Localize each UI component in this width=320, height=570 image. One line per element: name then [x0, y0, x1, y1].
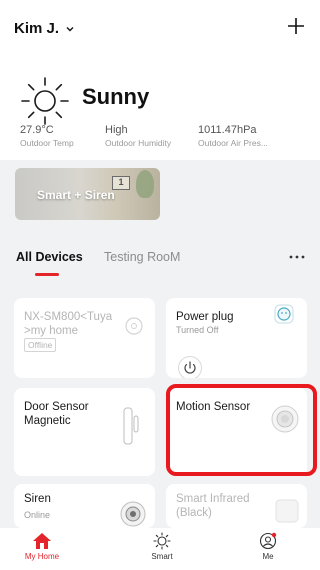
- power-plug-icon: [274, 304, 294, 324]
- power-icon: [184, 361, 196, 374]
- weather-panel: Sunny 27.9°C Outdoor Temp High Outdoor H…: [0, 60, 320, 160]
- device-card-power-plug[interactable]: Power plug Turned Off: [166, 298, 307, 378]
- outdoor-temp-stat: 27.9°C Outdoor Temp: [20, 124, 74, 148]
- weather-condition: Sunny: [82, 84, 150, 109]
- more-icon[interactable]: [288, 254, 306, 260]
- outdoor-humidity-stat: High Outdoor Humidity: [105, 124, 171, 148]
- device-card-smart-infrared[interactable]: Smart Infrared (Black): [166, 484, 307, 528]
- device-status: Online: [24, 510, 51, 520]
- siren-icon: [120, 501, 146, 527]
- device-card-siren[interactable]: Siren Online: [14, 484, 155, 528]
- device-status: Turned Off: [176, 325, 219, 335]
- scene-frame-number: 1: [118, 177, 124, 187]
- room-tabs: All Devices Testing RooM: [0, 240, 320, 278]
- nav-label: Smart: [151, 552, 173, 561]
- stat-label: Outdoor Temp: [20, 138, 74, 148]
- door-sensor-icon: [123, 407, 139, 445]
- user-profile-icon: [259, 532, 277, 550]
- tab-testing-room[interactable]: Testing RooM: [104, 250, 180, 264]
- device-name: Power plug: [176, 311, 234, 323]
- device-name: Smart Infrared (Black): [176, 493, 250, 519]
- home-icon: [33, 533, 51, 549]
- home-name: Kim J.: [14, 20, 60, 37]
- infrared-remote-icon: [275, 499, 299, 523]
- scene-label: Smart + Siren: [37, 188, 115, 202]
- device-name: NX-SM800<Tuya>my home: [24, 311, 113, 337]
- chevron-down-icon: [66, 26, 74, 31]
- sun-icon: [153, 532, 171, 550]
- bottom-navigation: My Home Smart Me: [0, 528, 320, 570]
- scene-plant-decoration: [136, 170, 154, 198]
- power-toggle-button[interactable]: [178, 356, 202, 378]
- nav-label: My Home: [24, 552, 60, 561]
- sun-icon: [21, 77, 69, 125]
- nav-my-home[interactable]: My Home: [12, 532, 72, 561]
- stat-label: Outdoor Air Pres...: [198, 138, 268, 148]
- stat-value: 1011.47hPa: [198, 124, 257, 136]
- outdoor-pressure-stat: 1011.47hPa Outdoor Air Pres...: [198, 124, 268, 148]
- device-card-door-sensor[interactable]: Door Sensor Magnetic: [14, 388, 155, 476]
- home-selector[interactable]: Kim J.: [14, 20, 75, 37]
- device-name: Siren: [24, 493, 51, 505]
- stat-value: High: [105, 124, 128, 136]
- motion-sensor-highlight: [166, 384, 317, 476]
- stat-value: 27.9°C: [20, 124, 54, 136]
- device-card-nx-sm800[interactable]: NX-SM800<Tuya>my home Offline: [14, 298, 155, 378]
- nav-me[interactable]: Me: [238, 532, 298, 561]
- nav-smart[interactable]: Smart: [132, 532, 192, 561]
- stat-label: Outdoor Humidity: [105, 138, 172, 148]
- offline-badge: Offline: [24, 338, 57, 352]
- camera-icon: [125, 317, 143, 335]
- tab-all-devices[interactable]: All Devices: [16, 250, 83, 264]
- scene-card-smart-siren[interactable]: 1 Smart + Siren: [15, 168, 160, 220]
- header: Kim J.: [0, 0, 320, 60]
- active-tab-indicator: [35, 273, 59, 276]
- add-icon[interactable]: [284, 14, 308, 38]
- nav-label: Me: [262, 552, 274, 561]
- device-name: Door Sensor Magnetic: [24, 401, 89, 427]
